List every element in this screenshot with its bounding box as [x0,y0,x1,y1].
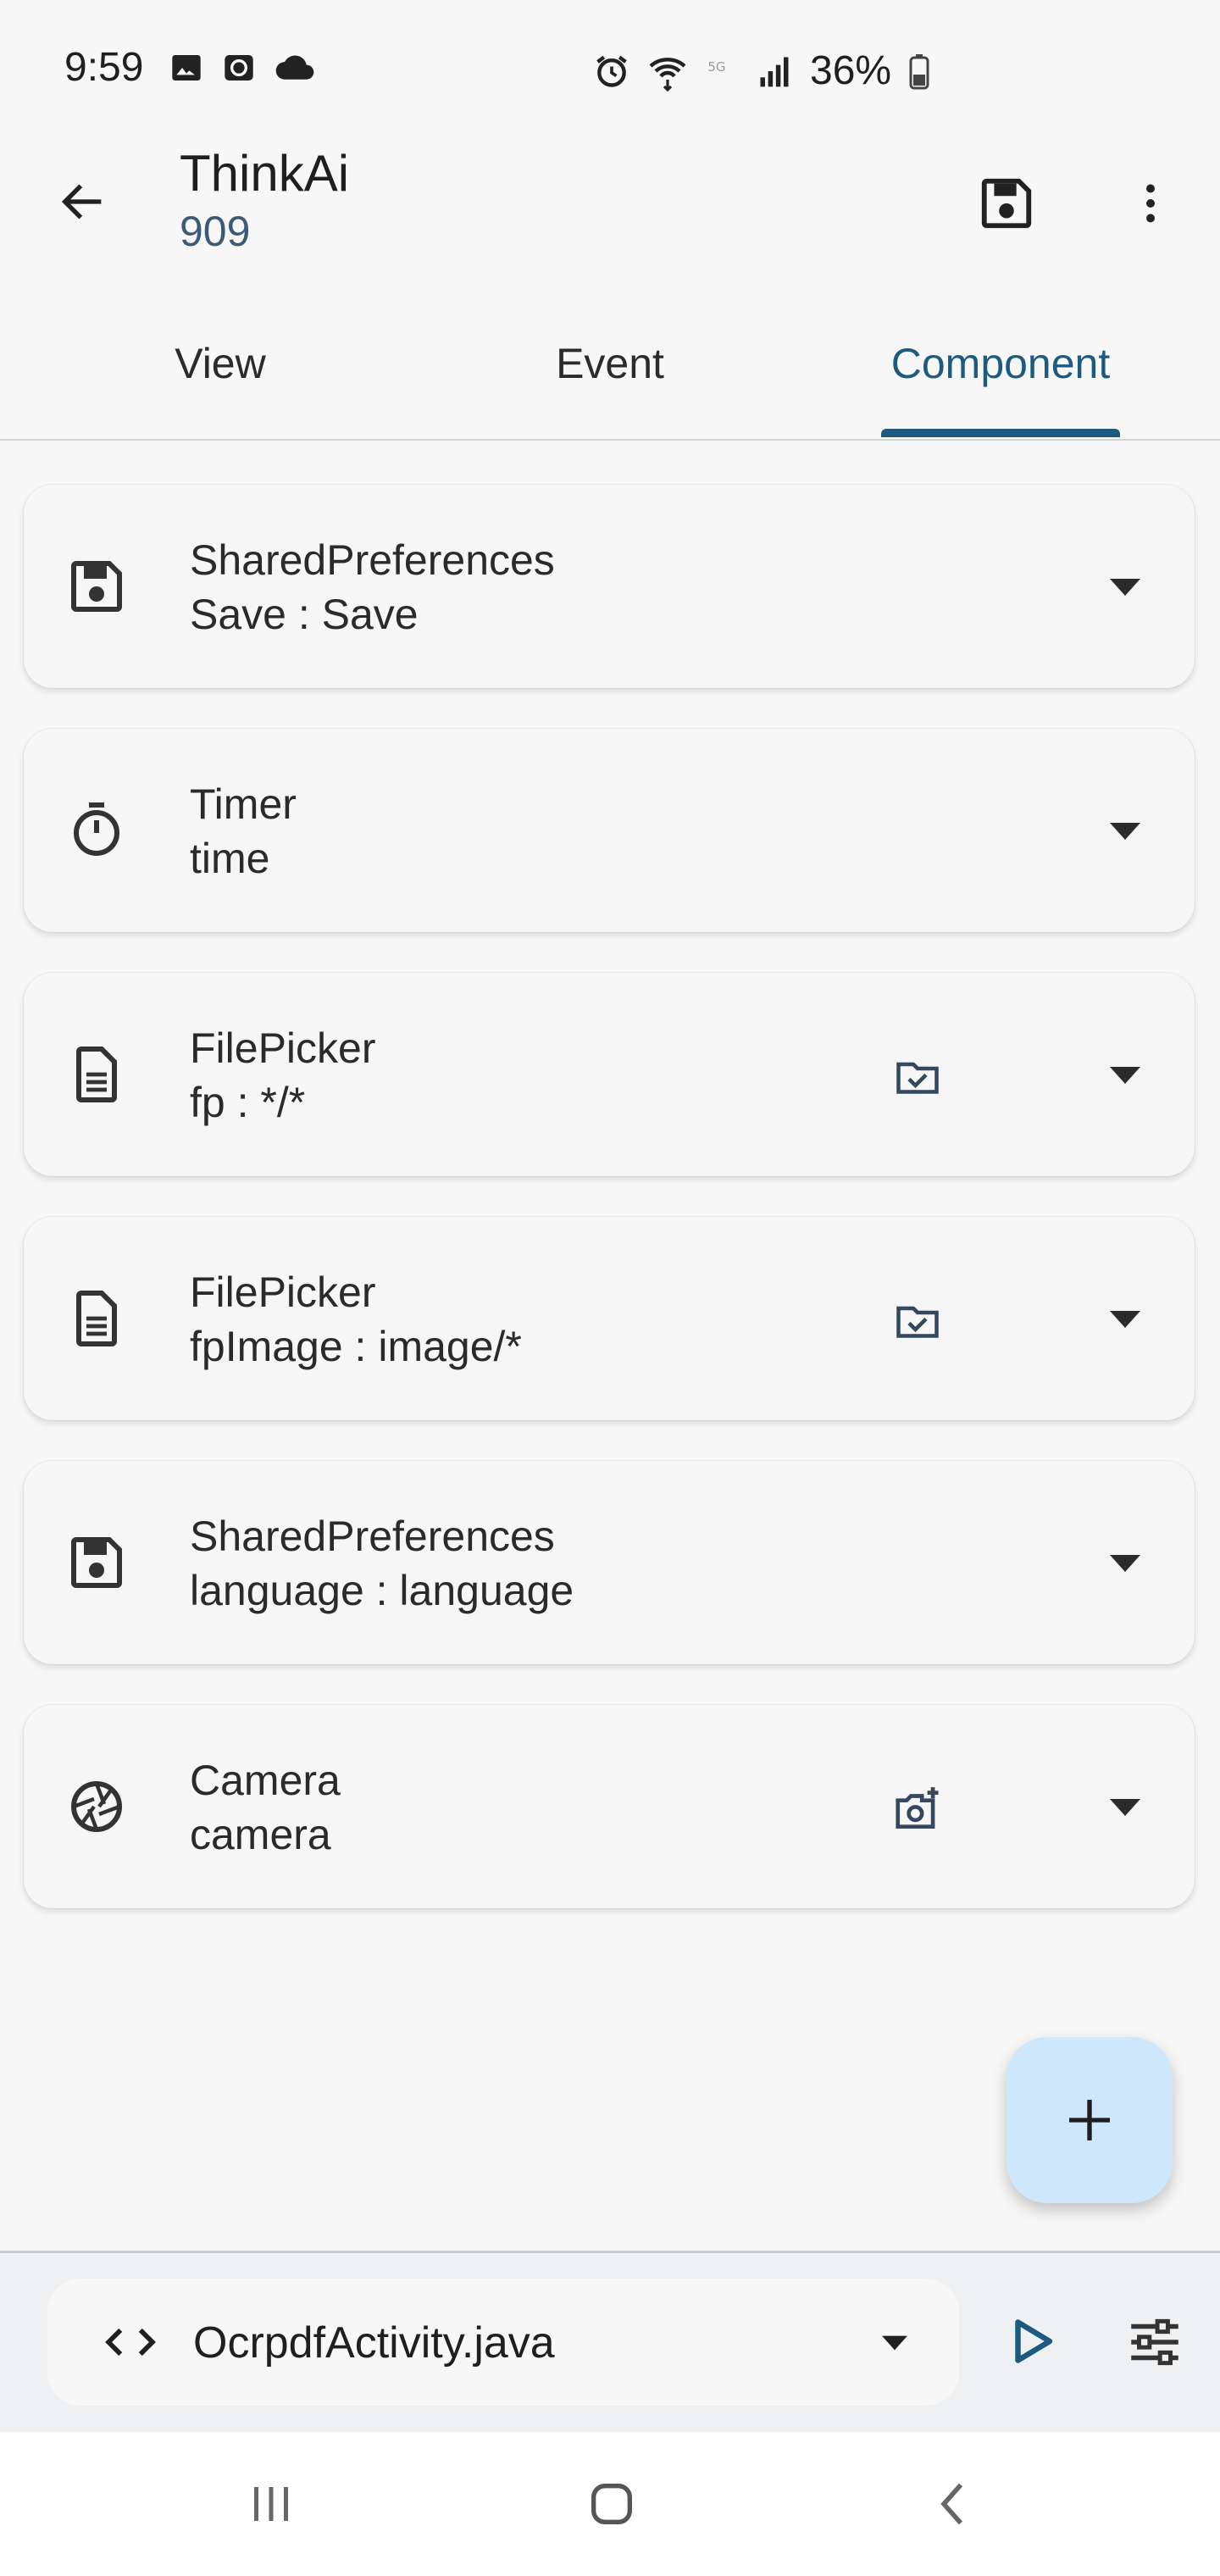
tab-component[interactable]: Component [864,339,1137,388]
more-options-button[interactable] [1117,169,1184,237]
chevron-left-icon [940,2483,963,2525]
component-card[interactable]: FilePicker fpImage : image/* [24,1217,1195,1420]
expand-dropdown-button[interactable] [1100,1542,1151,1585]
save-icon [63,552,130,620]
save-icon [63,1529,130,1596]
battery-icon [909,53,929,89]
nav-back-button[interactable] [910,2466,995,2542]
folder-check-icon [896,1306,939,1338]
expand-dropdown-button[interactable] [1100,1054,1151,1096]
folder-check-icon [896,1062,939,1094]
battery-level: 36% [810,48,892,93]
timer-icon [63,797,130,864]
app-subtitle: 909 [180,208,251,255]
recent-apps-button[interactable] [229,2466,313,2542]
component-type: Timer [190,780,297,828]
add-photo-icon [896,1787,939,1829]
file-name: OcrpdfActivity.java [193,2318,555,2368]
arrow-drop-down-icon [1110,1067,1140,1084]
arrow-drop-down-icon [1110,823,1140,840]
arrow-drop-down-icon [1110,579,1140,596]
status-bar: 9:59 5G 36% [0,0,1220,144]
component-type: FilePicker [190,1269,376,1316]
file-icon [63,1041,130,1108]
run-button[interactable] [1003,2307,1062,2375]
app-title: ThinkAi [180,145,350,202]
tab-event[interactable]: Event [508,339,712,388]
play-icon [1015,2319,1053,2363]
component-card[interactable]: SharedPreferences Save : Save [24,485,1195,688]
expand-dropdown-button[interactable] [1100,1786,1151,1829]
alarm-app-icon [225,55,253,80]
status-time: 9:59 [64,45,144,90]
arrow-drop-down-icon [1110,1555,1140,1572]
tab-indicator [881,429,1120,437]
add-component-button[interactable] [1006,2037,1173,2203]
home-icon [591,2484,632,2524]
status-icons-right: 5G 36% [593,47,930,94]
tune-icon [1131,2318,1178,2366]
wifi-icon [649,57,686,92]
arrow-drop-down-icon [1110,1799,1140,1816]
component-card[interactable]: Timer time [24,729,1195,932]
code-icon [97,2312,164,2372]
more-vert-icon [1146,184,1155,223]
pick-file-button[interactable] [888,1047,947,1107]
signal-icon [760,57,789,86]
editor-bottom-bar: OcrpdfActivity.java [0,2251,1220,2434]
component-type: SharedPreferences [190,1513,555,1560]
component-detail: fpImage : image/* [190,1323,522,1370]
expand-dropdown-button[interactable] [1100,566,1151,608]
file-dropdown-icon [869,2326,920,2360]
component-detail: camera [190,1811,331,1858]
camera-shutter-icon [63,1773,130,1840]
file-icon [63,1285,130,1352]
save-button[interactable] [973,169,1040,237]
recent-apps-icon [254,2487,288,2521]
home-button[interactable] [569,2466,654,2542]
component-card[interactable]: Camera camera [24,1705,1195,1908]
file-selector[interactable]: OcrpdfActivity.java [47,2279,959,2406]
take-photo-button[interactable] [888,1779,947,1839]
alarm-icon [596,55,627,87]
system-nav-bar [0,2432,1220,2576]
cloud-icon [275,55,314,80]
expand-dropdown-button[interactable] [1100,1298,1151,1341]
component-type: FilePicker [190,1024,376,1072]
save-icon [981,178,1032,229]
expand-dropdown-button[interactable] [1100,810,1151,852]
component-type: SharedPreferences [190,536,555,584]
image-icon [172,55,201,80]
component-detail: language : language [190,1567,574,1614]
component-detail: fp : */* [190,1079,306,1126]
settings-tune-button[interactable] [1117,2304,1193,2380]
arrow-back-icon [61,184,102,219]
svg-text:5G: 5G [707,59,725,75]
tab-bar: View Event Component [0,305,1220,441]
component-card[interactable]: FilePicker fp : */* [24,973,1195,1176]
5g-icon: 5G [707,59,725,75]
arrow-drop-down-icon [882,2335,907,2351]
pick-file-button[interactable] [888,1291,947,1351]
component-detail: time [190,835,270,882]
component-type: Camera [190,1757,341,1804]
back-button[interactable] [49,168,117,236]
arrow-drop-down-icon [1110,1311,1140,1328]
component-card[interactable]: SharedPreferences language : language [24,1461,1195,1664]
tab-view[interactable]: View [127,339,313,388]
status-icons-left [169,51,315,85]
component-detail: Save : Save [190,591,419,638]
add-icon [1069,2100,1110,2140]
